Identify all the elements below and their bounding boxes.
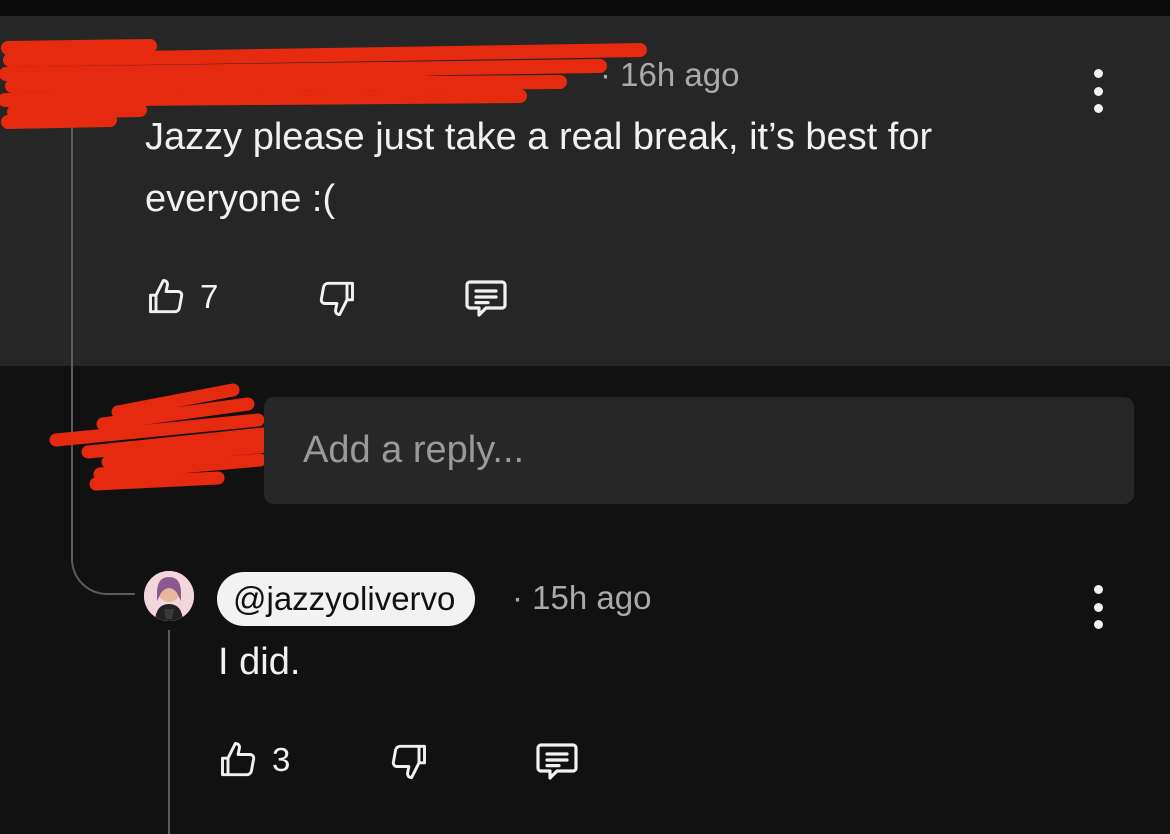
thumbs-up-icon: [149, 279, 184, 314]
comments-view: · 16h ago Jazzy please just take a real …: [0, 0, 1170, 834]
comment-icon: [465, 280, 507, 317]
thumbs-down-icon: [319, 281, 354, 316]
reply-button[interactable]: [460, 274, 512, 322]
dislike-button[interactable]: [313, 276, 359, 320]
reply-input[interactable]: [301, 428, 1105, 473]
comment-menu-button[interactable]: [1083, 585, 1113, 629]
separator-dot: ·: [600, 56, 621, 93]
comment-body: I did.: [218, 641, 301, 683]
timestamp-text: 16h ago: [620, 56, 740, 93]
comment-timestamp: · 15h ago: [512, 579, 651, 617]
more-vertical-icon: [1093, 69, 1103, 78]
reply-box: [264, 397, 1134, 504]
comment-menu-button[interactable]: [1083, 69, 1113, 113]
more-vertical-icon-dot: [1093, 620, 1103, 629]
like-count: 7: [200, 278, 219, 315]
like-count: 3: [272, 741, 291, 778]
separator-dot: ·: [512, 579, 533, 616]
like-button[interactable]: 3: [216, 738, 290, 782]
more-vertical-icon: [1093, 585, 1103, 594]
more-vertical-icon-dot: [1093, 602, 1103, 612]
thumbs-up-icon: [221, 742, 256, 777]
like-button[interactable]: 7: [144, 275, 218, 319]
avatar-image: [144, 571, 194, 621]
comment-icon: [536, 743, 578, 780]
author-handle-badge[interactable]: @jazzyolivervo: [217, 572, 476, 626]
timestamp-text: 15h ago: [532, 579, 652, 616]
thread-connector: [71, 545, 135, 595]
dislike-button[interactable]: [385, 739, 431, 783]
more-vertical-icon-dot: [1093, 104, 1103, 113]
avatar[interactable]: [144, 571, 194, 621]
thread-line: [71, 120, 73, 560]
thread-line: [168, 630, 170, 834]
reply-button[interactable]: [531, 737, 583, 785]
comment-timestamp: · 16h ago: [600, 56, 739, 94]
top-strip: [0, 0, 1170, 16]
redaction-scribble: [49, 383, 273, 491]
thumbs-down-icon: [391, 744, 426, 779]
comment-body: Jazzy please just take a real break, it’…: [145, 116, 933, 220]
more-vertical-icon-dot: [1093, 86, 1103, 96]
